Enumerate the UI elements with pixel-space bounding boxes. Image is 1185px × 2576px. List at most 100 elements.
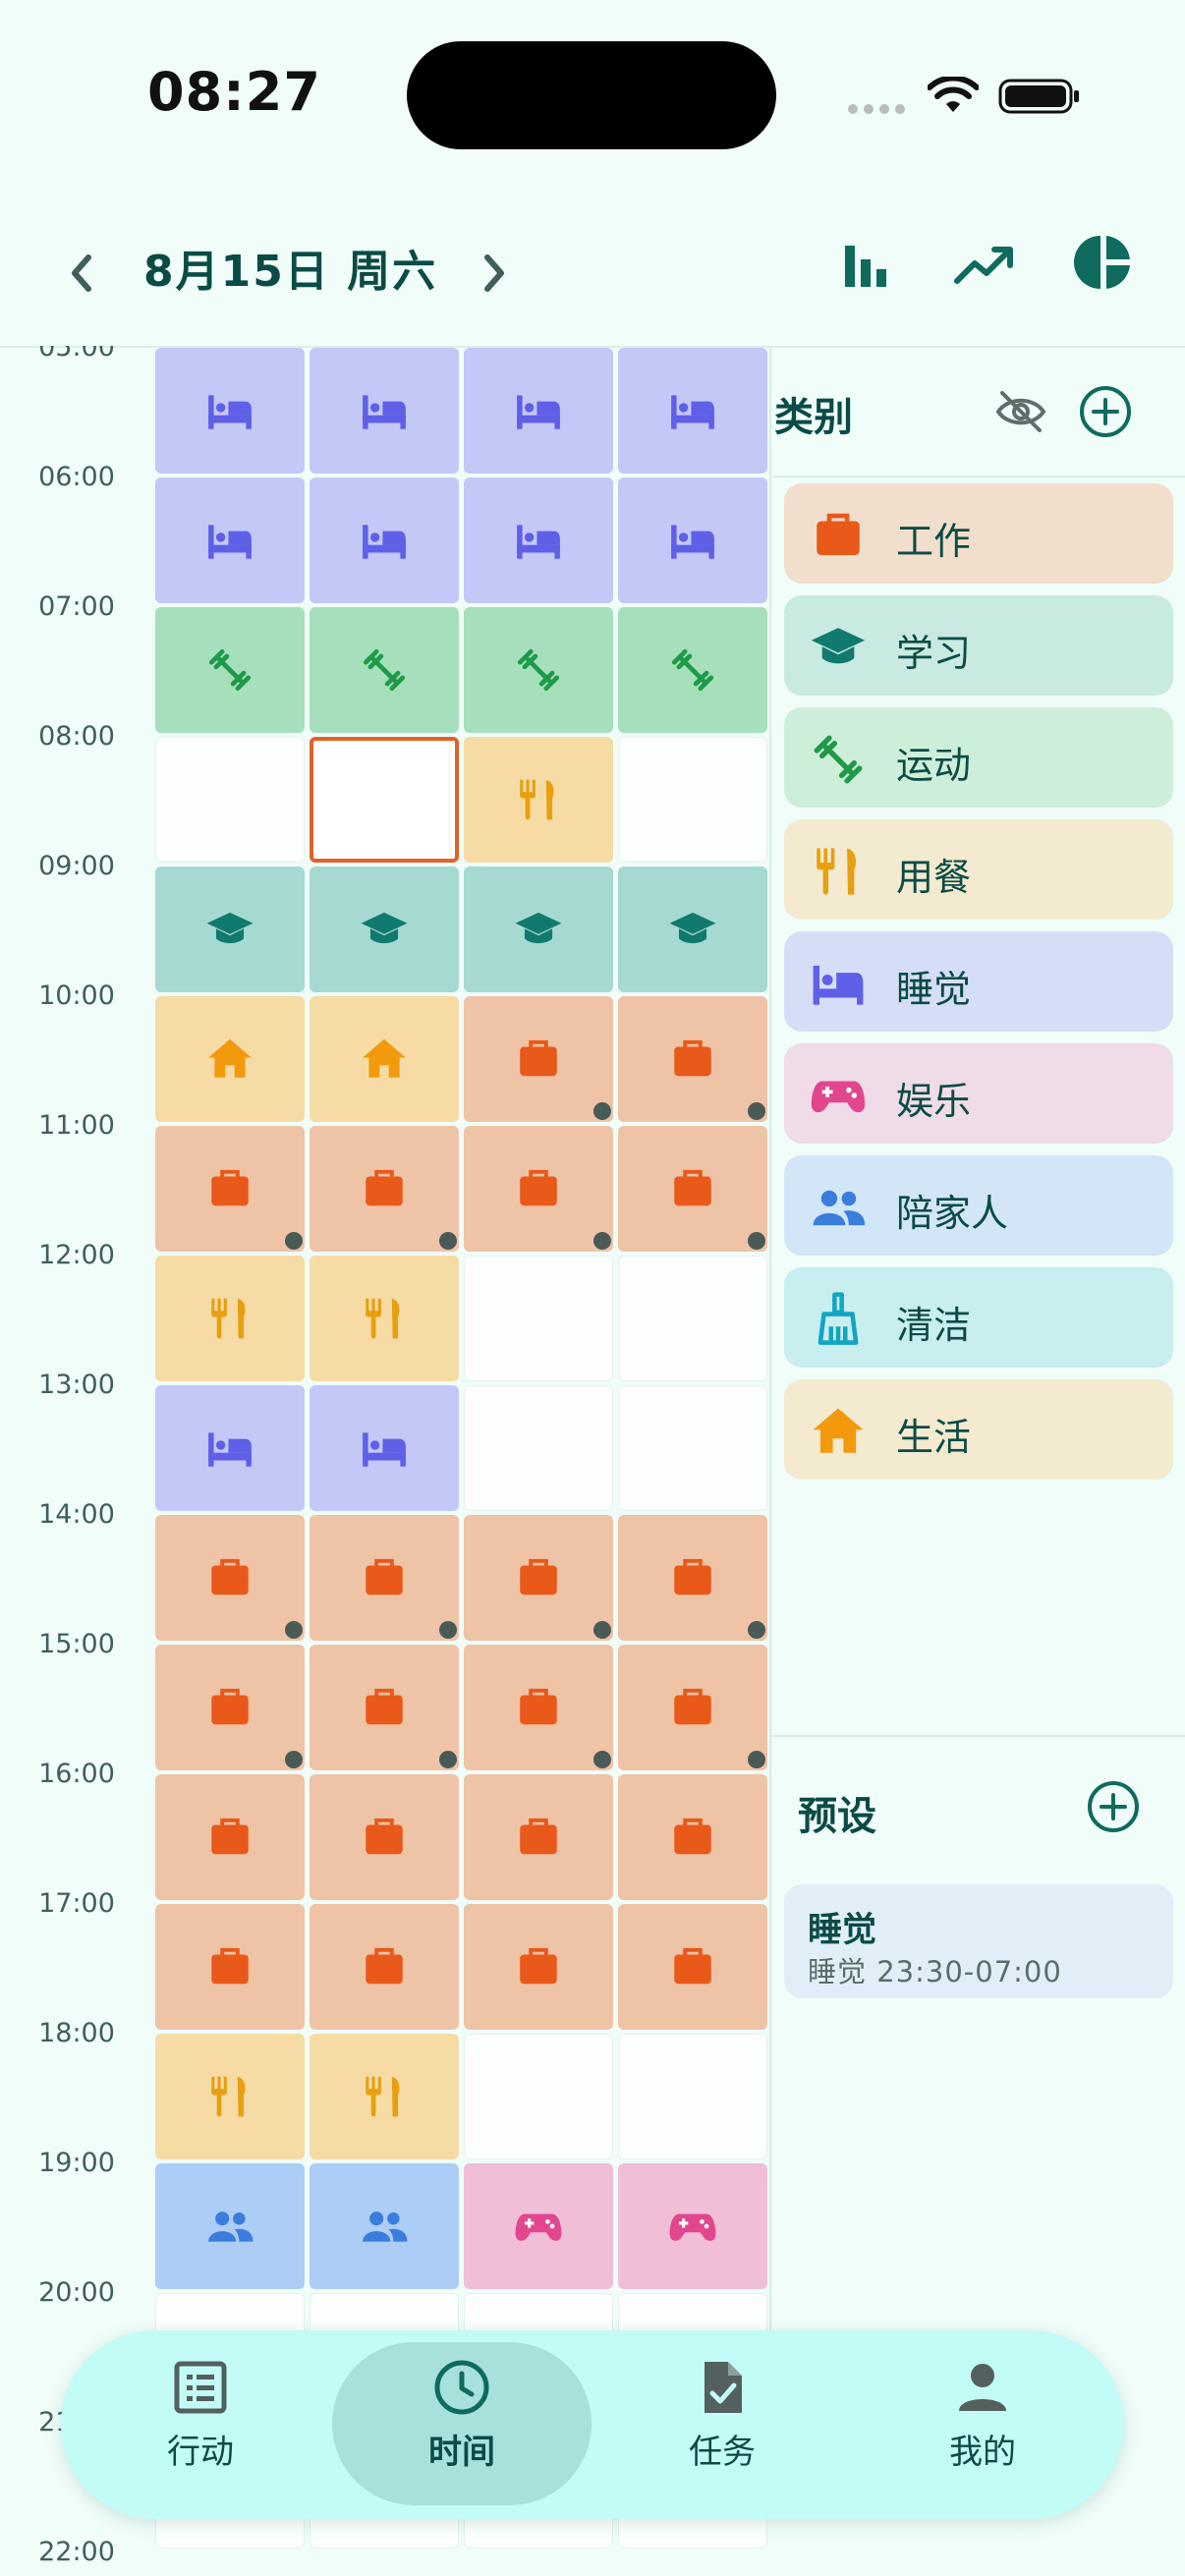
time-cell[interactable] [310,1126,459,1252]
time-cell[interactable] [310,1904,459,2030]
time-cell[interactable] [155,737,305,863]
time-cell[interactable] [618,1645,767,1770]
time-label: 07:00 [38,591,115,622]
time-cell[interactable] [464,996,613,1122]
time-cell[interactable] [618,1256,767,1381]
time-cell[interactable] [464,867,613,992]
people-icon [363,2212,408,2242]
bar-chart-icon[interactable] [837,236,894,293]
time-label: 19:00 [38,2148,115,2178]
time-cell[interactable] [155,1774,305,1900]
time-cell[interactable] [618,867,767,992]
time-cell[interactable] [310,1385,459,1511]
time-cell[interactable] [155,867,305,992]
nav-actions[interactable]: 行动 [102,2358,299,2473]
time-cell[interactable] [155,1645,305,1770]
previous-day-button[interactable] [61,244,100,303]
time-label: 20:00 [38,2277,115,2308]
category-life[interactable]: 生活 [784,1379,1173,1480]
bed-icon [363,1432,406,1467]
add-preset-button[interactable] [1087,1780,1140,1833]
time-cell[interactable] [464,1904,613,2030]
next-day-button[interactable] [476,244,515,303]
note-dot [593,1751,611,1768]
category-study[interactable]: 学习 [784,595,1173,696]
time-cell[interactable] [618,607,767,733]
nav-time[interactable]: 时间 [364,2358,560,2473]
time-cell[interactable] [618,1515,767,1641]
time-cell[interactable] [310,607,459,733]
time-cell[interactable] [618,348,767,474]
time-cell[interactable] [310,1515,459,1641]
time-cell[interactable] [155,348,305,474]
preset-card[interactable]: 睡觉 睡觉 23:30-07:00 [784,1884,1173,1998]
time-cell[interactable] [310,1774,459,1900]
time-cell[interactable] [155,2034,305,2159]
nav-me[interactable]: 我的 [884,2358,1081,2473]
category-fun[interactable]: 娱乐 [784,1043,1173,1144]
time-cell[interactable] [310,867,459,992]
task-file-icon [705,2362,742,2413]
time-cell[interactable] [464,1385,613,1511]
time-cell[interactable] [155,1515,305,1641]
trend-icon[interactable] [953,240,1016,291]
time-cell[interactable] [618,996,767,1122]
add-category-button[interactable] [1079,385,1132,438]
time-cell[interactable] [464,1126,613,1252]
time-cell[interactable] [464,607,613,733]
time-cell[interactable] [310,1256,459,1381]
category-sleep[interactable]: 睡觉 [784,931,1173,1032]
pie-chart-icon[interactable] [1073,232,1134,293]
category-work[interactable]: 工作 [784,483,1173,584]
time-cell[interactable] [618,2163,767,2289]
time-cell[interactable] [310,2163,459,2289]
time-cell[interactable] [155,1126,305,1252]
time-cell[interactable] [155,996,305,1122]
time-cell[interactable] [618,737,767,863]
category-clean[interactable]: 清洁 [784,1267,1173,1368]
time-cell[interactable] [618,2034,767,2159]
category-label: 睡觉 [896,968,972,1011]
graduation-cap-icon [669,912,716,944]
time-cell[interactable] [464,1774,613,1900]
preset-detail: 睡觉 23:30-07:00 [808,1955,1062,1988]
time-cell-selected[interactable] [310,737,459,863]
time-cell[interactable] [464,2034,613,2159]
time-cell[interactable] [310,2034,459,2159]
briefcase-icon [366,1947,403,1985]
date-title[interactable]: 8月15日 周六 [143,236,437,299]
time-cell[interactable] [464,477,613,603]
time-cell[interactable] [464,1256,613,1381]
time-cell[interactable] [464,737,613,863]
time-cell[interactable] [464,2163,613,2289]
time-cell[interactable] [155,607,305,733]
time-cell[interactable] [464,1515,613,1641]
utensils-icon [211,2076,246,2117]
time-cell[interactable] [618,1126,767,1252]
time-cell[interactable] [618,1904,767,2030]
category-exercise[interactable]: 运动 [784,707,1173,808]
time-cell[interactable] [618,1774,767,1900]
preset-name: 睡觉 [808,1911,877,1950]
nav-tasks[interactable]: 任务 [624,2358,820,2473]
briefcase-icon [211,1818,249,1855]
time-cell[interactable] [155,1904,305,2030]
time-cell[interactable] [310,1645,459,1770]
time-cell[interactable] [310,996,459,1122]
category-family[interactable]: 陪家人 [784,1155,1173,1256]
broom-icon [818,1292,859,1345]
time-cell[interactable] [464,1645,613,1770]
time-cell[interactable] [618,477,767,603]
time-cell[interactable] [464,348,613,474]
time-cell[interactable] [310,348,459,474]
time-cell[interactable] [155,2163,305,2289]
hide-eye-icon[interactable] [994,385,1047,438]
time-cell[interactable] [310,477,459,603]
time-cell[interactable] [155,477,305,603]
time-cell[interactable] [155,1385,305,1511]
time-label: 10:00 [38,980,115,1011]
category-meal[interactable]: 用餐 [784,819,1173,920]
nav-label: 任务 [689,2433,756,2472]
time-cell[interactable] [618,1385,767,1511]
time-cell[interactable] [155,1256,305,1381]
